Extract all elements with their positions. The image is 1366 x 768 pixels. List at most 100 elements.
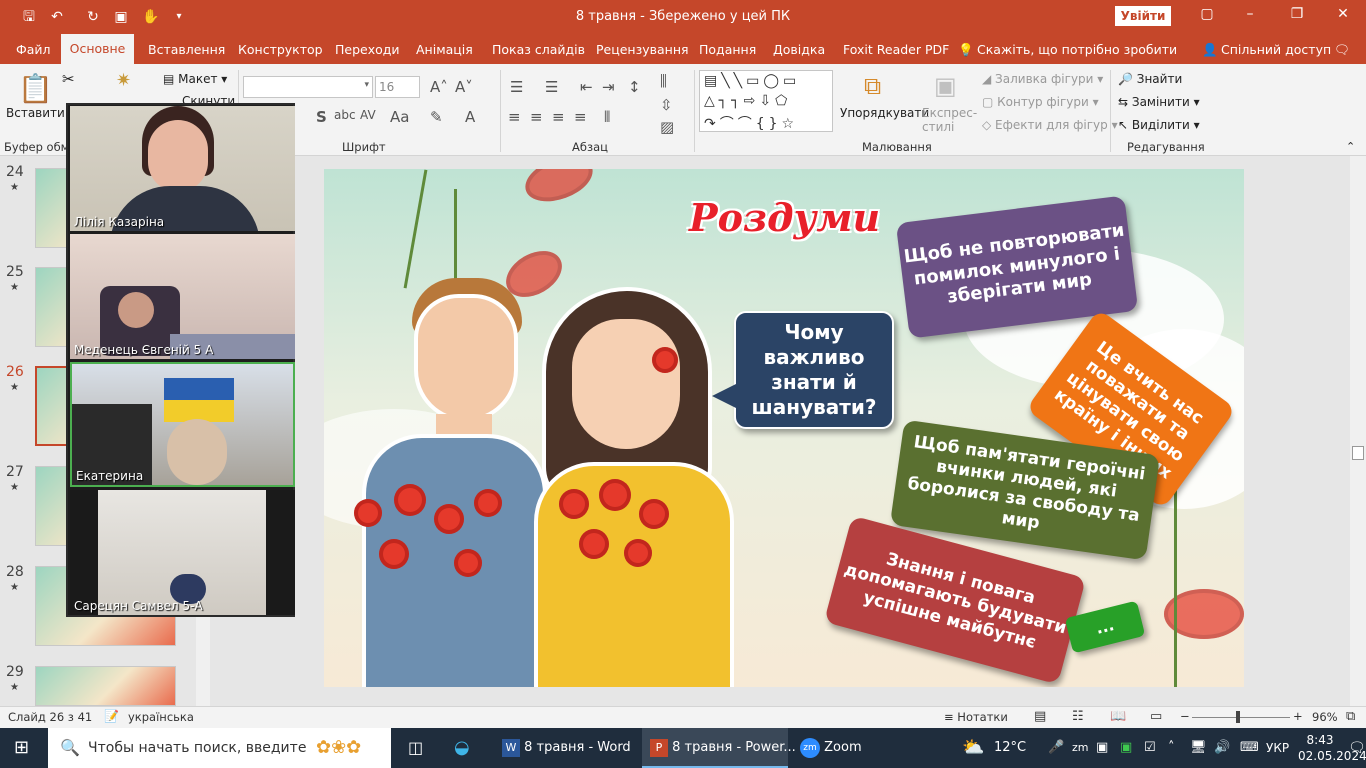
select-button[interactable]: ↖ Виділити ▾: [1118, 118, 1200, 132]
zoom-slider-thumb[interactable]: [1236, 711, 1240, 723]
tray-icon[interactable]: ▣: [1120, 728, 1132, 768]
align-center-icon[interactable]: ≡: [530, 108, 543, 126]
decrease-indent-icon[interactable]: ⇤: [580, 78, 593, 96]
share-button[interactable]: Спільний доступ: [1221, 42, 1331, 57]
strikethrough-icon[interactable]: abc: [334, 108, 356, 122]
notes-button[interactable]: ≡ Нотатки: [944, 710, 1008, 724]
network-icon[interactable]: 🖥: [1190, 728, 1207, 768]
shadow-icon[interactable]: S: [316, 108, 327, 126]
tell-me-search[interactable]: Скажіть, що потрібно зробити: [977, 42, 1177, 57]
video-tile[interactable]: Лілія Казаріна: [70, 106, 295, 231]
justify-icon[interactable]: ≡: [574, 108, 587, 126]
replace-button[interactable]: ⇆ Замінити ▾: [1118, 95, 1200, 109]
edge-icon[interactable]: ◒: [454, 728, 470, 768]
font-name-input[interactable]: ▾: [243, 76, 373, 98]
zoom-out-icon[interactable]: −: [1180, 709, 1190, 723]
collapse-ribbon-icon[interactable]: ⌃: [1346, 140, 1355, 153]
tab-design[interactable]: Конструктор: [238, 42, 323, 57]
tab-insert[interactable]: Вставлення: [148, 42, 225, 57]
numbering-icon[interactable]: ☰: [545, 78, 558, 96]
language-indicator[interactable]: українська: [128, 710, 194, 724]
paste-icon[interactable]: 📋: [18, 72, 53, 105]
close-button[interactable]: ✕: [1328, 6, 1358, 22]
shapes-gallery[interactable]: ▤╲╲▭◯▭ △┐┐⇨⇩⬠ ↷⌒⌒{}☆: [699, 70, 833, 132]
normal-view-icon[interactable]: ▤: [1034, 709, 1046, 724]
font-color-icon[interactable]: A: [465, 108, 475, 126]
clock[interactable]: 8:43 02.05.2024: [1298, 732, 1366, 764]
tab-slideshow[interactable]: Показ слайдів: [492, 42, 585, 57]
signin-button[interactable]: Увійти: [1115, 6, 1171, 26]
slideshow-icon[interactable]: ▭: [1150, 709, 1162, 724]
shapes-icon[interactable]: ▤╲╲▭◯▭: [704, 73, 800, 89]
video-tile[interactable]: Сарецян Самвел 5-А: [70, 490, 295, 615]
quick-styles-button[interactable]: Експрес-стилі: [922, 106, 977, 134]
smartart-icon[interactable]: ▨: [660, 118, 674, 136]
shape-fill-button[interactable]: ◢ Заливка фігури ▾: [982, 72, 1103, 86]
comments-icon[interactable]: 🗨: [1334, 42, 1350, 58]
arrange-button[interactable]: Упорядкувати: [840, 106, 929, 120]
increase-font-icon[interactable]: A˄: [430, 78, 448, 96]
microphone-icon[interactable]: 🎤: [1048, 728, 1064, 768]
text-direction-icon[interactable]: ⫼: [660, 72, 667, 90]
bullets-icon[interactable]: ☰: [510, 78, 523, 96]
windows-start-icon[interactable]: ⊞: [14, 728, 29, 768]
zoom-level[interactable]: 96%: [1312, 710, 1338, 724]
reading-view-icon[interactable]: 📖: [1110, 709, 1126, 724]
task-view-icon[interactable]: ◫: [408, 728, 423, 768]
weather-temp[interactable]: 12°C: [994, 728, 1026, 768]
tab-review[interactable]: Рецензування: [596, 42, 689, 57]
zoom-video-panel[interactable]: Лілія Казаріна Меденець Євгеній 5 А Екат…: [66, 103, 295, 617]
arrange-icon[interactable]: ⧉: [864, 72, 881, 100]
shapes-icon[interactable]: ↷⌒⌒{}☆: [704, 113, 798, 133]
scroll-thumb[interactable]: [1352, 446, 1364, 460]
shape-outline-button[interactable]: ▢ Контур фігури ▾: [982, 95, 1099, 109]
increase-indent-icon[interactable]: ⇥: [602, 78, 615, 96]
taskbar-app-word[interactable]: W 8 травня - Word: [494, 728, 638, 768]
tab-home[interactable]: Основне: [61, 34, 134, 64]
slide-thumbnail[interactable]: [35, 666, 176, 706]
tab-transitions[interactable]: Переходи: [335, 42, 400, 57]
zoom-tray-icon[interactable]: zm: [1072, 728, 1089, 768]
taskbar-search[interactable]: 🔍 Чтобы начать поиск, введите ✿❀✿: [48, 728, 391, 768]
taskbar-app-zoom[interactable]: zm Zoom: [792, 728, 888, 768]
slide[interactable]: Роздуми Чому важливо знати й шанувати? Щ…: [324, 169, 1244, 687]
tray-icon[interactable]: ▣: [1096, 728, 1108, 768]
tab-help[interactable]: Довідка: [773, 42, 825, 57]
slide-sorter-icon[interactable]: ☷: [1072, 709, 1084, 724]
notifications-icon[interactable]: 🗨: [1348, 728, 1366, 768]
char-spacing-icon[interactable]: AV: [360, 108, 376, 122]
zoom-slider[interactable]: [1192, 717, 1290, 718]
tray-check-icon[interactable]: ☑: [1144, 728, 1156, 768]
tab-foxit[interactable]: Foxit Reader PDF: [843, 42, 949, 57]
align-text-icon[interactable]: ⇳: [660, 96, 673, 114]
align-right-icon[interactable]: ≡: [552, 108, 565, 126]
change-case-icon[interactable]: Aa: [390, 108, 409, 126]
chevron-up-icon[interactable]: ˄: [1168, 728, 1175, 768]
spellcheck-icon[interactable]: 📝: [104, 709, 119, 723]
question-bubble[interactable]: Чому важливо знати й шанувати?: [734, 311, 894, 429]
video-tile-active[interactable]: Екатерина: [70, 362, 295, 487]
tab-view[interactable]: Подання: [699, 42, 756, 57]
input-language[interactable]: УКР: [1266, 728, 1289, 768]
paste-button[interactable]: Вставити: [6, 106, 65, 120]
cut-icon[interactable]: ✂: [62, 70, 75, 88]
quick-styles-icon[interactable]: ▣: [934, 72, 957, 100]
ribbon-display-icon[interactable]: ▢: [1192, 6, 1222, 22]
shape-effects-button[interactable]: ◇ Ефекти для фігур ▾: [982, 118, 1118, 132]
video-tile[interactable]: Меденець Євгеній 5 А: [70, 234, 295, 359]
shapes-icon[interactable]: △┐┐⇨⇩⬠: [704, 93, 791, 109]
decrease-font-icon[interactable]: A˅: [455, 78, 473, 96]
keyboard-icon[interactable]: ⌨: [1240, 728, 1259, 768]
minimize-button[interactable]: –: [1235, 6, 1265, 22]
font-size-input[interactable]: 16: [375, 76, 420, 98]
slide-title[interactable]: Роздуми: [689, 195, 880, 240]
highlight-icon[interactable]: ✎: [430, 108, 443, 126]
columns-icon[interactable]: ⫴: [604, 108, 610, 126]
find-button[interactable]: 🔎 Знайти: [1118, 72, 1182, 86]
tab-animations[interactable]: Анімація: [416, 42, 473, 57]
vertical-scrollbar[interactable]: [1350, 156, 1366, 706]
taskbar-app-powerpoint[interactable]: P 8 травня - Power...: [642, 728, 796, 768]
zoom-in-icon[interactable]: +: [1293, 709, 1303, 723]
maximize-button[interactable]: ❐: [1282, 6, 1312, 22]
tab-file[interactable]: Файл: [16, 42, 51, 57]
